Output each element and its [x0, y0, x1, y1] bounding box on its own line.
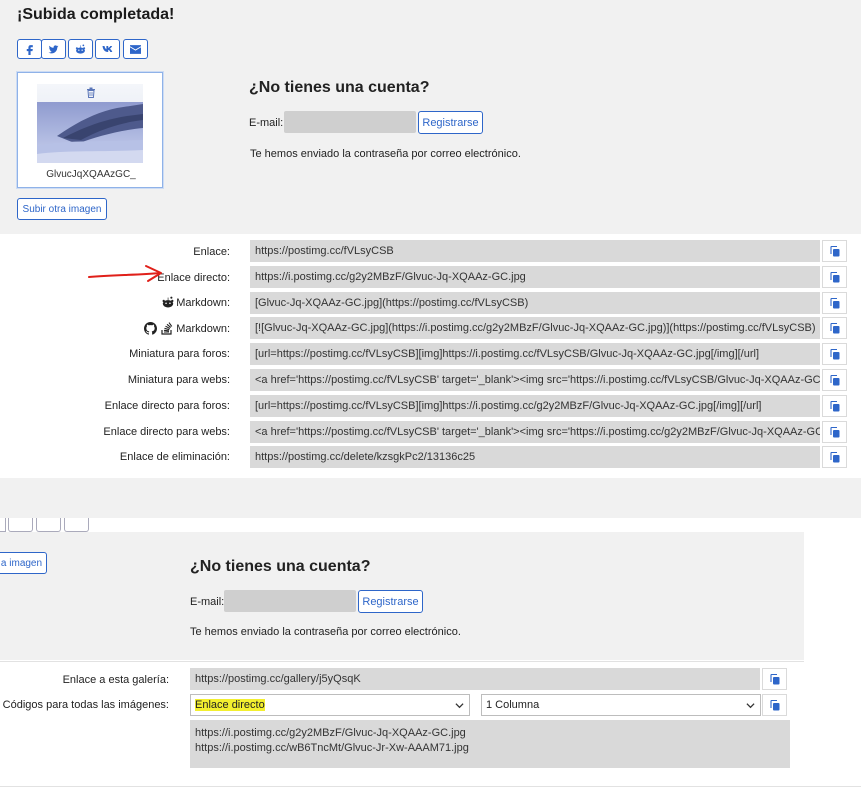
divider: [0, 661, 804, 662]
codes-label: Códigos para todas las imágenes:: [2, 699, 169, 711]
upload-another-button[interactable]: Subir otra imagen: [17, 198, 107, 220]
copy-codes-button[interactable]: [762, 694, 787, 716]
password-note-lower: Te hemos enviado la contraseña por corre…: [190, 626, 461, 638]
copy-button[interactable]: [822, 421, 847, 443]
copy-button[interactable]: [822, 446, 847, 468]
email-input-lower[interactable]: [224, 590, 356, 612]
copy-icon: [829, 348, 839, 359]
row-label-delete-link: Enlace de eliminación:: [119, 451, 230, 463]
direct-link-field[interactable]: https://i.postimg.cc/g2y2MBzF/Glvuc-Jq-X…: [250, 266, 820, 288]
share-facebook-button[interactable]: [17, 39, 42, 59]
row-label-thumb-forums: Miniatura para foros:: [129, 348, 230, 360]
codes-type-select[interactable]: Enlace directo: [190, 694, 470, 716]
uploaded-image-card[interactable]: GlvucJqXQAAzGC_: [17, 72, 163, 188]
stackoverflow-icon: [161, 322, 173, 335]
row-label-thumb-webs: Miniatura para webs:: [127, 374, 230, 386]
vk-icon: [102, 46, 112, 52]
register-button[interactable]: Registrarse: [418, 111, 483, 134]
copy-button[interactable]: [822, 343, 847, 365]
row-label-direct-link: Enlace directo:: [157, 272, 230, 284]
account-heading: ¿No tienes una cuenta?: [249, 79, 430, 96]
copy-button[interactable]: [822, 369, 847, 391]
share-twitter-button[interactable]: [41, 39, 66, 59]
chevron-down-icon: [746, 703, 755, 709]
github-icon: [144, 322, 157, 335]
markdown-github-field[interactable]: [![Glvuc-Jq-XQAAz-GC.jpg](https://i.post…: [250, 317, 820, 339]
chevron-down-icon: [455, 703, 464, 709]
columns-select[interactable]: 1 Columna: [481, 694, 761, 716]
delete-link-field[interactable]: https://postimg.cc/delete/kzsgkPc2/13136…: [250, 446, 820, 468]
row-label-link: Enlace:: [193, 246, 230, 258]
password-note: Te hemos enviado la contraseña por corre…: [250, 148, 521, 160]
link-field[interactable]: https://postimg.cc/fVLsyCSB: [250, 240, 820, 262]
codes-type-value: Enlace directo: [195, 699, 265, 711]
register-button-lower[interactable]: Registrarse: [358, 590, 423, 613]
copy-button[interactable]: [822, 240, 847, 262]
copy-button[interactable]: [822, 317, 847, 339]
copy-gallery-button[interactable]: [762, 668, 787, 690]
email-icon: [130, 44, 141, 54]
gallery-label: Enlace a esta galería:: [62, 674, 169, 686]
row-label-direct-forums: Enlace directo para foros:: [104, 400, 230, 412]
copy-icon: [769, 699, 779, 710]
thumb-forums-field[interactable]: [url=https://postimg.cc/fVLsyCSB][img]ht…: [250, 343, 820, 365]
email-input[interactable]: [284, 111, 416, 133]
email-label: E-mail:: [249, 117, 284, 129]
share-email-button[interactable]: [123, 39, 148, 59]
direct-forums-field[interactable]: [url=https://postimg.cc/fVLsyCSB][img]ht…: [250, 395, 820, 417]
reddit-icon: [162, 296, 174, 308]
copy-button[interactable]: [822, 395, 847, 417]
facebook-icon: [26, 44, 33, 55]
codes-textarea[interactable]: https://i.postimg.cc/g2y2MBzF/Glvuc-Jq-X…: [190, 720, 790, 768]
reddit-icon: [75, 44, 86, 54]
trash-icon[interactable]: [86, 87, 96, 98]
markdown-field[interactable]: [Glvuc-Jq-XQAAz-GC.jpg](https://postimg.…: [250, 292, 820, 314]
bottom-divider: [0, 786, 861, 787]
row-label-direct-webs: Enlace directo para webs:: [103, 426, 230, 438]
code-line: https://i.postimg.cc/wB6TncMt/Glvuc-Jr-X…: [195, 742, 469, 754]
row-label-markdown: Markdown:: [176, 297, 230, 309]
copy-icon: [769, 673, 779, 684]
email-label-lower: E-mail:: [190, 596, 225, 608]
copy-icon: [829, 426, 839, 437]
direct-webs-field[interactable]: <a href='https://postimg.cc/fVLsyCSB' ta…: [250, 421, 820, 443]
code-line: https://i.postimg.cc/g2y2MBzF/Glvuc-Jq-X…: [195, 727, 466, 739]
columns-value: 1 Columna: [486, 699, 540, 711]
footer-strip: [0, 478, 861, 518]
copy-icon: [829, 400, 839, 411]
partial-share-buttons: [0, 518, 90, 532]
copy-button[interactable]: [822, 266, 847, 288]
gallery-link-field[interactable]: https://postimg.cc/gallery/j5yQsqK: [190, 668, 760, 690]
copy-button[interactable]: [822, 292, 847, 314]
copy-icon: [829, 271, 839, 282]
copy-icon: [829, 374, 839, 385]
thumb-webs-field[interactable]: <a href='https://postimg.cc/fVLsyCSB' ta…: [250, 369, 820, 391]
upload-another-button-partial[interactable]: a imagen: [0, 552, 47, 574]
copy-icon: [829, 322, 839, 333]
row-label-markdown-github: Markdown:: [176, 323, 230, 335]
copy-icon: [829, 451, 839, 462]
image-filename: GlvucJqXQAAzGC_: [46, 169, 136, 180]
account-heading-lower: ¿No tienes una cuenta?: [190, 558, 371, 575]
share-vk-button[interactable]: [95, 39, 120, 59]
copy-icon: [829, 297, 839, 308]
twitter-icon: [48, 44, 59, 53]
red-arrow-annotation: [88, 265, 162, 282]
page-title: ¡Subida completada!: [17, 6, 175, 23]
share-reddit-button[interactable]: [68, 39, 93, 59]
copy-icon: [829, 245, 839, 256]
